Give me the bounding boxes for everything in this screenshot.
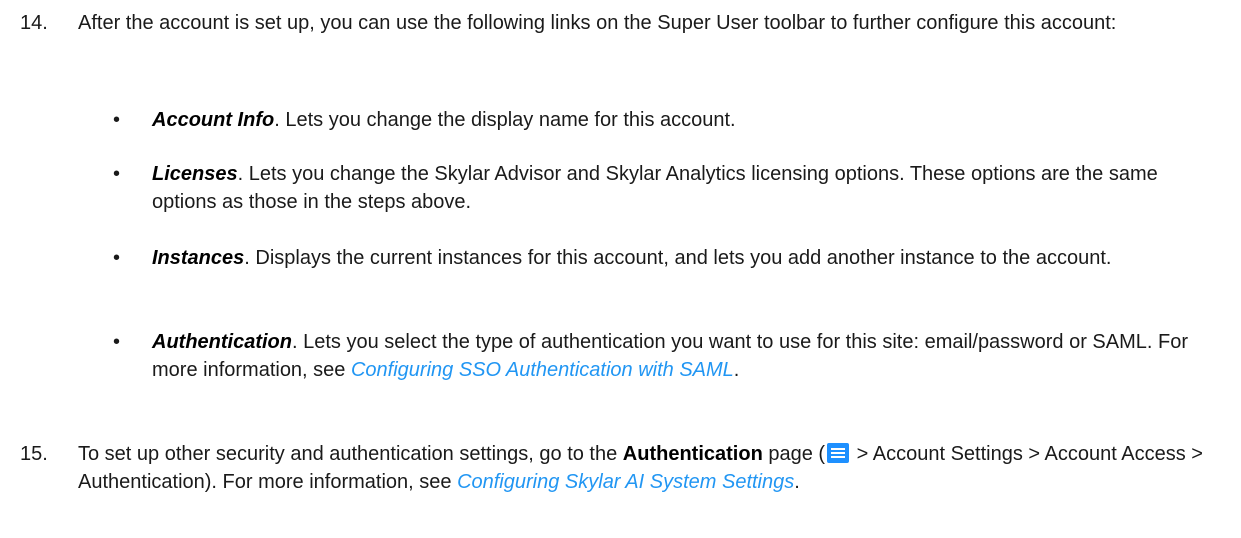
bullet-icon: • — [113, 163, 121, 185]
term-instances: Instances — [152, 247, 245, 269]
bullet-account-info: • Account Info. Lets you change the disp… — [0, 106, 1225, 134]
step-number: 15. — [20, 443, 48, 465]
term-account-info: Account Info — [152, 109, 275, 131]
bullet-icon: • — [113, 247, 121, 269]
bullet-instances: • Instances. Displays the current instan… — [0, 244, 1225, 272]
term-licenses: Licenses — [152, 163, 238, 185]
bullet-icon: • — [113, 331, 121, 353]
bullet-text: . Lets you change the Skylar Advisor and… — [152, 163, 1158, 213]
step-number: 14. — [20, 12, 48, 34]
step-14: 14. After the account is set up, you can… — [0, 9, 1225, 37]
step-text: To set up other security and authenticat… — [78, 443, 1203, 493]
step-15: 15. To set up other security and authent… — [0, 440, 1225, 496]
term-authentication: Authentication — [152, 331, 292, 353]
bullet-text: . Displays the current instances for thi… — [244, 247, 1112, 269]
hamburger-menu-icon — [827, 443, 850, 463]
bullet-text: . Lets you change the display name for t… — [274, 109, 736, 131]
bullet-icon: • — [113, 109, 121, 131]
step-text: After the account is set up, you can use… — [78, 12, 1117, 34]
link-configuring-skylar-settings[interactable]: Configuring Skylar AI System Settings — [457, 471, 794, 493]
bullet-licenses: • Licenses. Lets you change the Skylar A… — [0, 160, 1225, 216]
bullet-authentication: • Authentication. Lets you select the ty… — [0, 328, 1225, 384]
authentication-bold: Authentication — [622, 443, 763, 465]
link-configuring-sso[interactable]: Configuring SSO Authentication with SAML — [351, 359, 734, 381]
